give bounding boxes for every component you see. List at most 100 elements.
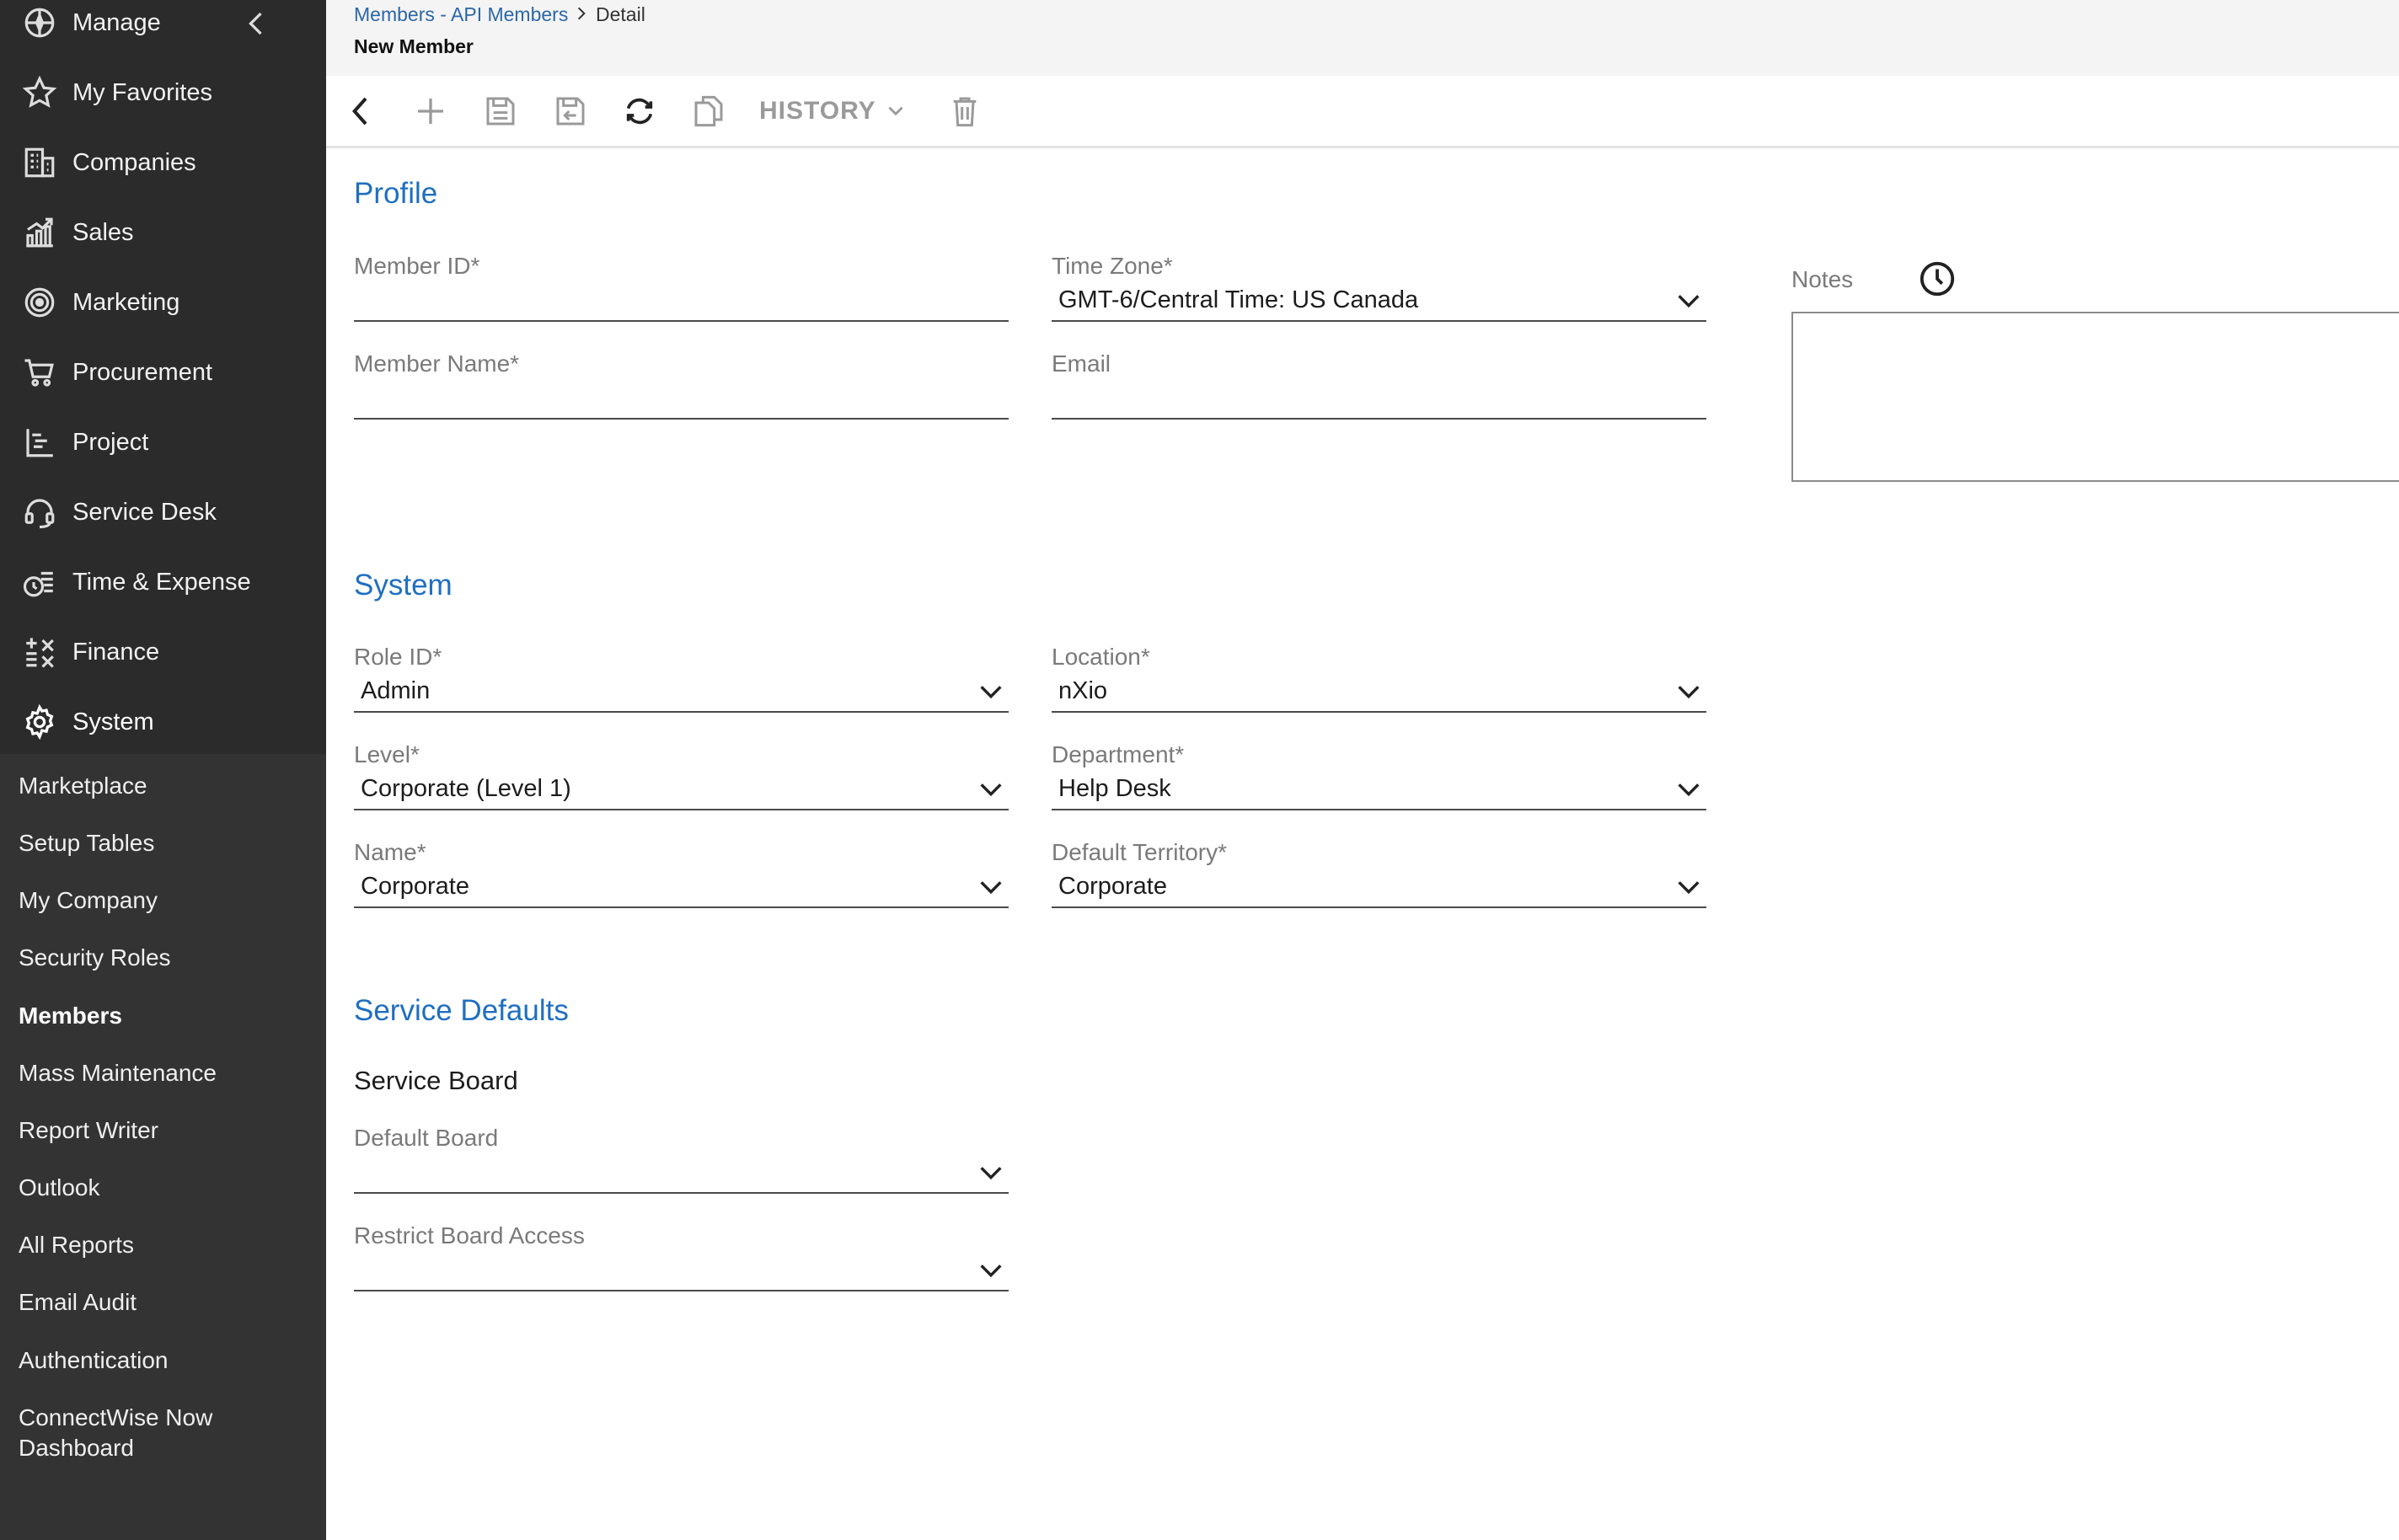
subnav-item-report-writer[interactable]: Report Writer <box>19 1115 158 1146</box>
sidebar-item-finance[interactable]: Finance <box>0 623 326 682</box>
field-underline <box>354 1192 1009 1194</box>
collapse-chevron-icon[interactable] <box>242 8 272 39</box>
default-territory-value: Corporate <box>1058 873 1167 900</box>
subnav-item-connectwise-now-dashboard[interactable]: ConnectWise Now Dashboard <box>19 1403 212 1463</box>
sidebar-item-companies[interactable]: Companies <box>0 133 326 192</box>
nav-manage-label: Manage <box>72 9 161 36</box>
breadcrumb-link[interactable]: Members - API Members <box>354 2 568 27</box>
email-field[interactable]: Email <box>1052 349 1706 425</box>
subnav-item-outlook[interactable]: Outlook <box>19 1173 100 1203</box>
history-dropdown[interactable]: HISTORY <box>759 94 907 128</box>
member-name-field[interactable]: Member Name* <box>354 349 1009 425</box>
sidebar-item-marketing[interactable]: Marketing <box>0 273 326 332</box>
subnav-item-security-roles[interactable]: Security Roles <box>19 943 171 973</box>
subnav-item-setup-tables[interactable]: Setup Tables <box>19 828 154 858</box>
chevron-down-icon[interactable] <box>1674 286 1703 315</box>
sidebar-item-time-expense[interactable]: Time & Expense <box>0 553 326 612</box>
default-board-label: Default Board <box>354 1125 499 1151</box>
subnav-item-all-reports[interactable]: All Reports <box>19 1230 134 1260</box>
chevron-right-icon <box>577 7 586 20</box>
system-section-title: System <box>354 569 452 602</box>
subnav-item-line2: Dashboard <box>19 1435 134 1461</box>
system-subnav: Marketplace Setup Tables My Company Secu… <box>0 754 326 1540</box>
member-name-label: Member Name* <box>354 350 520 377</box>
email-input[interactable] <box>1052 382 1706 416</box>
subnav-item-email-audit[interactable]: Email Audit <box>19 1287 137 1318</box>
chevron-down-icon[interactable] <box>1674 775 1703 804</box>
copy-icon <box>694 95 723 127</box>
member-id-input[interactable] <box>354 285 1009 318</box>
sidebar-item-label: Sales <box>72 219 134 246</box>
location-value: nXio <box>1058 677 1108 704</box>
chevron-down-icon <box>888 106 903 116</box>
sidebar-item-service-desk[interactable]: Service Desk <box>0 483 326 542</box>
chevron-down-icon[interactable] <box>977 1158 1005 1187</box>
chevron-left-icon <box>351 97 367 126</box>
name-field[interactable]: Name* Corporate <box>354 837 1009 913</box>
level-field[interactable]: Level* Corporate (Level 1) <box>354 740 1009 815</box>
sidebar-item-sales[interactable]: Sales <box>0 203 326 262</box>
copy-button[interactable] <box>690 93 727 130</box>
chevron-down-icon[interactable] <box>977 677 1005 706</box>
math-icon <box>20 633 59 671</box>
location-field[interactable]: Location* nXio <box>1052 642 1706 718</box>
department-value: Help Desk <box>1058 775 1171 802</box>
department-label: Department* <box>1052 741 1185 767</box>
default-territory-field[interactable]: Default Territory* Corporate <box>1052 837 1706 913</box>
sidebar: Manage My Favorites Companies Sales Mark… <box>0 0 326 1540</box>
refresh-button[interactable] <box>621 93 658 130</box>
time-zone-value: GMT-6/Central Time: US Canada <box>1058 286 1419 313</box>
back-button[interactable] <box>343 93 380 130</box>
chevron-down-icon[interactable] <box>977 873 1005 901</box>
service-defaults-section-title: Service Defaults <box>354 994 569 1027</box>
level-value: Corporate (Level 1) <box>361 775 571 802</box>
subnav-item-authentication[interactable]: Authentication <box>19 1345 168 1376</box>
subnav-item-my-company[interactable]: My Company <box>19 885 158 916</box>
member-name-input[interactable] <box>354 382 1009 416</box>
sidebar-item-system[interactable]: System <box>0 692 326 751</box>
restrict-board-access-field[interactable]: Restrict Board Access <box>354 1221 1009 1297</box>
notes-textarea[interactable] <box>1791 312 2399 482</box>
chevron-down-icon[interactable] <box>1674 873 1703 901</box>
restrict-board-access-label: Restrict Board Access <box>354 1222 585 1249</box>
save-and-close-button[interactable] <box>552 93 589 130</box>
page-header: Members - API Members Detail New Member <box>326 0 2399 76</box>
nav-manage[interactable]: Manage <box>0 0 326 52</box>
time-zone-field[interactable]: Time Zone* GMT-6/Central Time: US Canada <box>1052 251 1706 327</box>
chevron-down-icon[interactable] <box>1674 677 1703 706</box>
sidebar-item-my-favorites[interactable]: My Favorites <box>0 63 326 122</box>
chevron-down-icon[interactable] <box>977 1256 1005 1285</box>
save-icon <box>486 97 515 126</box>
gear-icon <box>20 703 59 741</box>
sidebar-item-label: Marketing <box>72 289 180 316</box>
subnav-item-marketplace[interactable]: Marketplace <box>19 771 147 801</box>
plus-icon <box>418 99 443 124</box>
service-board-heading: Service Board <box>354 1066 518 1095</box>
history-label: HISTORY <box>759 97 876 125</box>
compass-icon <box>20 3 59 42</box>
chevron-down-icon[interactable] <box>977 775 1005 804</box>
role-id-label: Role ID* <box>354 644 442 670</box>
sidebar-item-label: Procurement <box>72 359 213 386</box>
delete-button[interactable] <box>946 93 983 130</box>
field-underline <box>1052 906 1706 908</box>
add-button[interactable] <box>412 93 449 130</box>
notes-label: Notes <box>1791 266 1854 292</box>
gantt-icon <box>20 423 59 462</box>
sidebar-item-procurement[interactable]: Procurement <box>0 343 326 402</box>
name-label: Name* <box>354 839 426 865</box>
clock-icon[interactable] <box>1918 259 1957 298</box>
save-button[interactable] <box>482 93 519 130</box>
role-id-field[interactable]: Role ID* Admin <box>354 642 1009 718</box>
default-board-field[interactable]: Default Board <box>354 1123 1009 1199</box>
chart-icon <box>20 213 59 252</box>
subnav-item-members[interactable]: Members <box>19 1001 122 1031</box>
member-id-field[interactable]: Member ID* <box>354 251 1009 327</box>
field-underline <box>1052 418 1706 420</box>
department-field[interactable]: Department* Help Desk <box>1052 740 1706 815</box>
subnav-item-line1: ConnectWise Now <box>19 1404 213 1430</box>
field-underline <box>354 809 1009 810</box>
sidebar-item-project[interactable]: Project <box>0 413 326 472</box>
email-label: Email <box>1052 350 1111 377</box>
subnav-item-mass-maintenance[interactable]: Mass Maintenance <box>19 1058 217 1088</box>
